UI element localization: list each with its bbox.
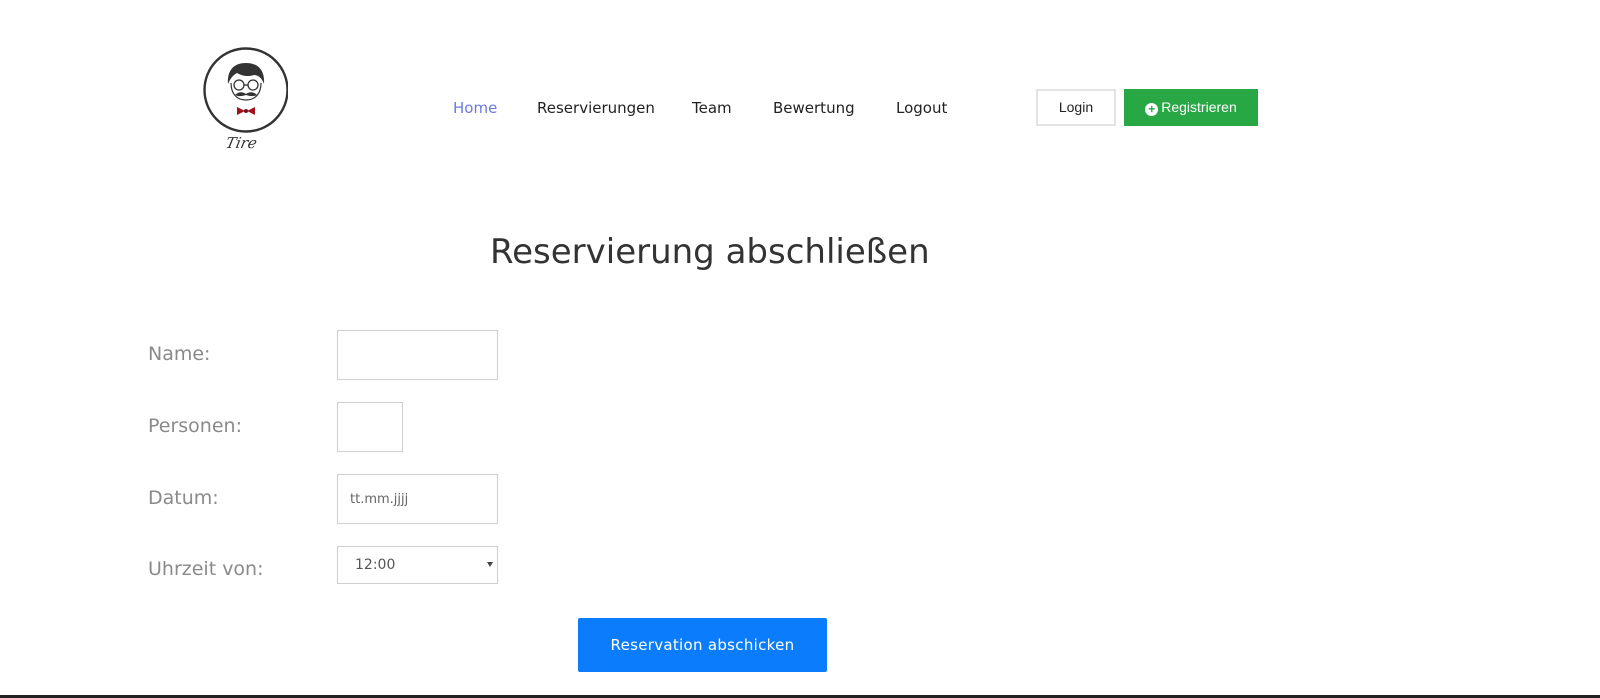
nav-item-home[interactable]: Home xyxy=(453,97,497,119)
chevron-down-icon xyxy=(487,562,493,567)
date-input[interactable] xyxy=(337,474,498,524)
logo-text: Tire xyxy=(224,134,259,152)
persons-input[interactable] xyxy=(337,402,403,452)
date-label: Datum: xyxy=(148,487,219,509)
nav-item-logout[interactable]: Logout xyxy=(896,97,947,119)
submit-reservation-button[interactable]: Reservation abschicken xyxy=(578,618,827,672)
time-select[interactable]: 12:00 xyxy=(337,546,498,584)
time-select-value: 12:00 xyxy=(355,557,396,573)
login-button[interactable]: Login xyxy=(1036,89,1116,126)
nav-item-bewertung[interactable]: Bewertung xyxy=(773,97,855,119)
register-button-label: Registrieren xyxy=(1161,99,1237,115)
persons-label: Personen: xyxy=(148,415,242,437)
name-input[interactable] xyxy=(337,330,498,380)
nav-item-team[interactable]: Team xyxy=(692,97,732,119)
register-button[interactable]: + Registrieren xyxy=(1124,89,1258,126)
nav-item-reservierungen[interactable]: Reservierungen xyxy=(537,97,655,119)
plus-circle-icon: + xyxy=(1145,103,1159,116)
page-title: Reservierung abschließen xyxy=(490,232,930,272)
time-label: Uhrzeit von: xyxy=(148,558,264,580)
logo[interactable]: Tire xyxy=(200,44,288,156)
name-label: Name: xyxy=(148,343,211,365)
